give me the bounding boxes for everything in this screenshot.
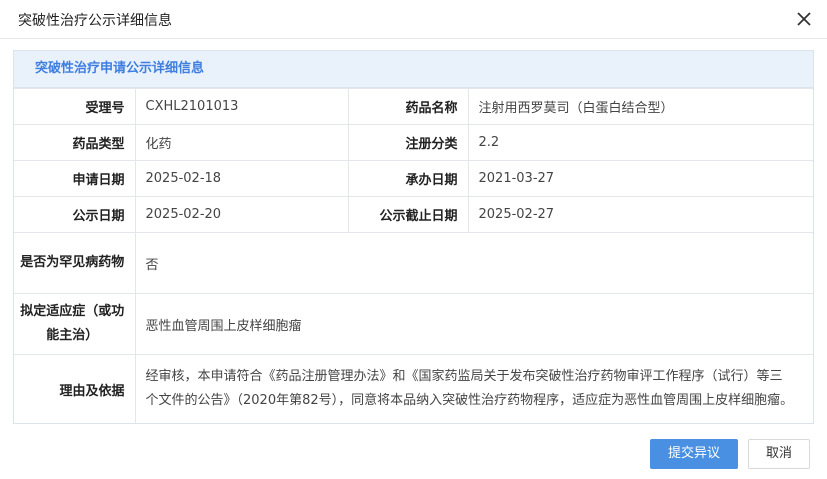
indication-value: 恶性血管周围上皮样细胞瘤: [134, 293, 813, 355]
panel-header: 突破性治疗申请公示详细信息: [14, 51, 813, 88]
handle-date-label: 承办日期: [347, 160, 469, 197]
table-row: 受理号 CXHL2101013 药品名称 注射用西罗莫司（白蛋白结合型）: [14, 88, 813, 125]
reason-value: 经审核，本申请符合《药品注册管理办法》和《国家药监局关于发布突破性治疗药物审评工…: [134, 354, 813, 423]
publish-date-label: 公示日期: [14, 196, 136, 233]
apply-date-value: 2025-02-18: [134, 160, 349, 197]
drug-type-value: 化药: [134, 124, 349, 161]
apply-date-label: 申请日期: [14, 160, 136, 197]
dialog-title: 突破性治疗公示详细信息: [18, 13, 172, 29]
submit-objection-button[interactable]: 提交异议: [650, 439, 738, 469]
reason-label: 理由及依据: [14, 354, 136, 423]
table-row: 拟定适应症（或功能主治） 恶性血管周围上皮样细胞瘤: [14, 293, 813, 355]
drug-name-label: 药品名称: [347, 88, 469, 125]
indication-label: 拟定适应症（或功能主治）: [14, 293, 136, 355]
publish-end-date-value: 2025-02-27: [467, 196, 813, 233]
handle-date-value: 2021-03-27: [467, 160, 813, 197]
publish-date-value: 2025-02-20: [134, 196, 349, 233]
close-icon[interactable]: [795, 10, 813, 28]
detail-table: 受理号 CXHL2101013 药品名称 注射用西罗莫司（白蛋白结合型） 药品类…: [14, 88, 813, 423]
table-row: 申请日期 2025-02-18 承办日期 2021-03-27: [14, 160, 813, 197]
detail-panel: 突破性治疗申请公示详细信息 受理号 CXHL2101013 药品名称 注射用西罗…: [13, 50, 814, 424]
table-row: 药品类型 化药 注册分类 2.2: [14, 124, 813, 161]
detail-dialog: 突破性治疗公示详细信息 突破性治疗申请公示详细信息 受理号 CXHL210101…: [0, 0, 827, 479]
publish-end-date-label: 公示截止日期: [347, 196, 469, 233]
table-row: 公示日期 2025-02-20 公示截止日期 2025-02-27: [14, 196, 813, 233]
table-row: 是否为罕见病药物 否: [14, 232, 813, 294]
drug-name-value: 注射用西罗莫司（白蛋白结合型）: [467, 88, 813, 125]
reg-class-value: 2.2: [467, 124, 813, 161]
rare-disease-label: 是否为罕见病药物: [14, 232, 136, 294]
dialog-titlebar: 突破性治疗公示详细信息: [0, 0, 827, 39]
table-row: 理由及依据 经审核，本申请符合《药品注册管理办法》和《国家药监局关于发布突破性治…: [14, 354, 813, 423]
acceptance-no-value: CXHL2101013: [134, 88, 349, 125]
cancel-button[interactable]: 取消: [748, 439, 810, 469]
rare-disease-value: 否: [134, 232, 813, 294]
drug-type-label: 药品类型: [14, 124, 136, 161]
reg-class-label: 注册分类: [347, 124, 469, 161]
acceptance-no-label: 受理号: [14, 88, 136, 125]
